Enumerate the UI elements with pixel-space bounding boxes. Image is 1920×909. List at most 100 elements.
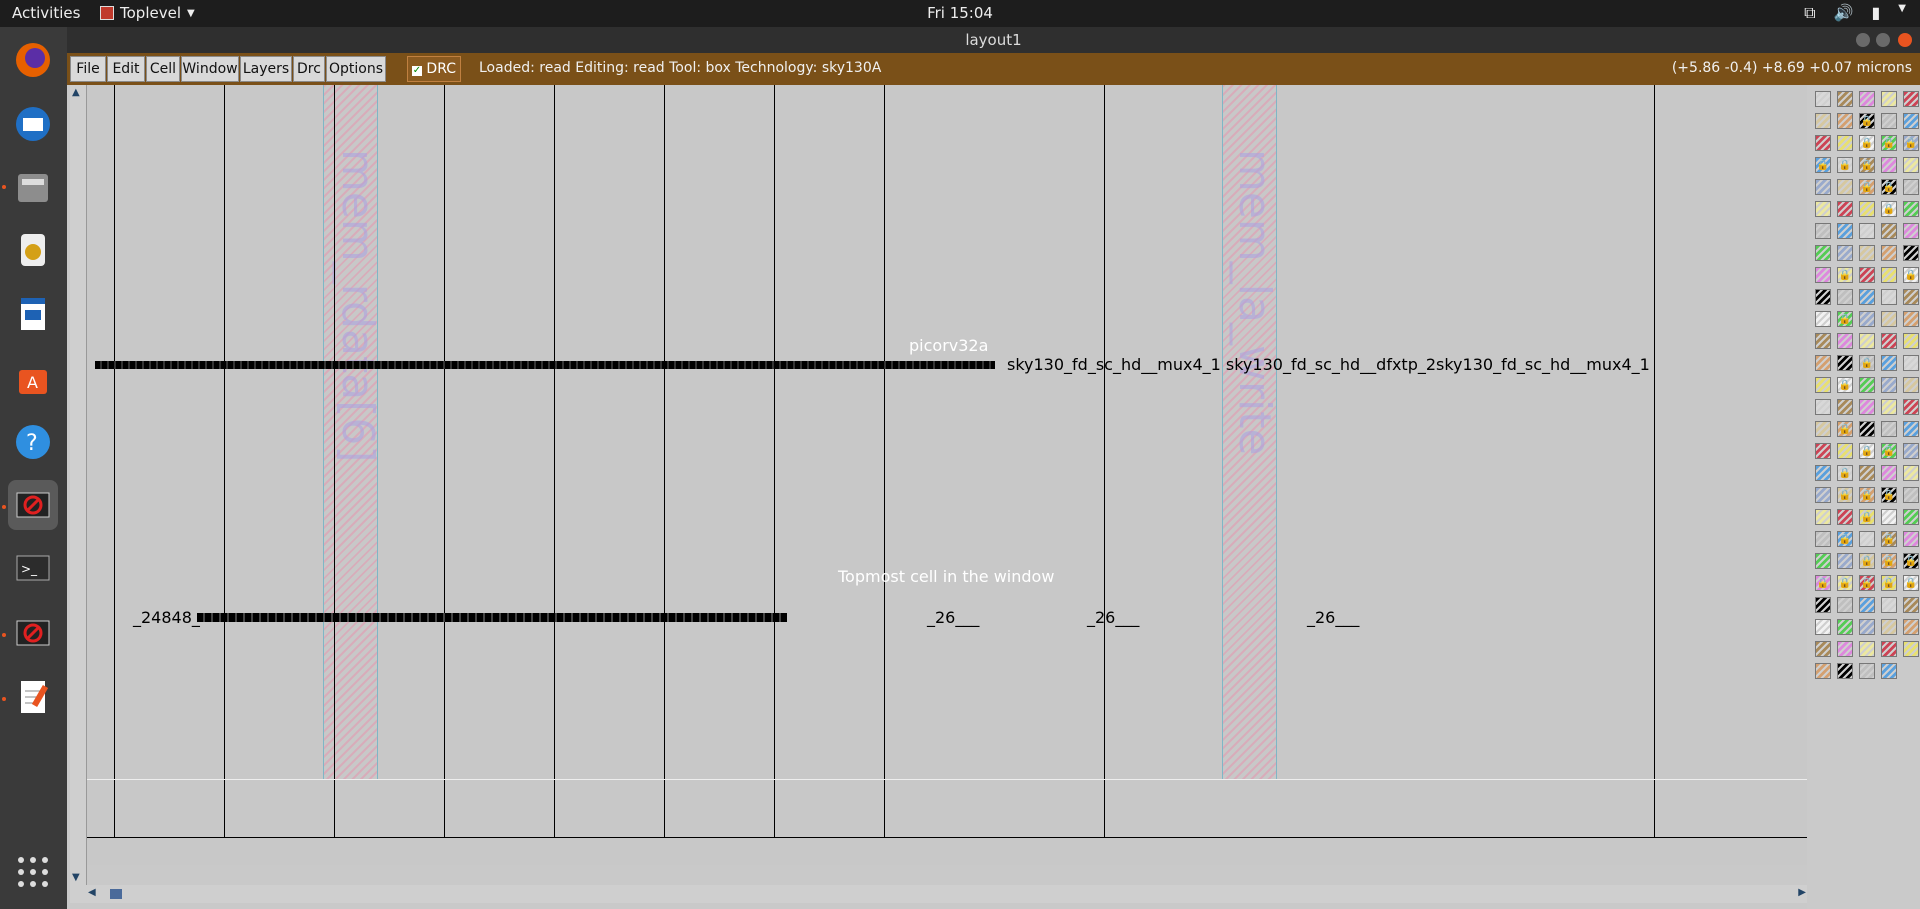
layer-swatch[interactable] xyxy=(1903,113,1919,129)
layer-swatch[interactable] xyxy=(1859,663,1875,679)
layer-swatch[interactable] xyxy=(1815,531,1831,547)
arrow-down-icon[interactable]: ▼ xyxy=(72,872,80,883)
layer-swatch[interactable] xyxy=(1881,91,1897,107)
layer-swatch[interactable] xyxy=(1903,223,1919,239)
layer-swatch[interactable] xyxy=(1881,223,1897,239)
menu-layers[interactable]: Layers xyxy=(240,56,292,82)
layer-swatch[interactable] xyxy=(1881,663,1897,679)
layer-swatch[interactable] xyxy=(1903,201,1919,217)
layer-swatch[interactable] xyxy=(1815,201,1831,217)
menu-edit[interactable]: Edit xyxy=(107,56,145,82)
layer-swatch[interactable] xyxy=(1903,597,1919,613)
layer-swatch[interactable]: 🔒 xyxy=(1837,311,1853,327)
layer-swatch[interactable]: 🔒 xyxy=(1859,135,1875,151)
layer-swatch[interactable] xyxy=(1903,443,1919,459)
layer-swatch[interactable] xyxy=(1837,245,1853,261)
layer-swatch[interactable] xyxy=(1881,421,1897,437)
layer-swatch[interactable] xyxy=(1859,597,1875,613)
help-icon[interactable]: ? xyxy=(8,417,58,467)
magic-app-icon[interactable] xyxy=(8,480,58,530)
layer-swatch[interactable] xyxy=(1859,465,1875,481)
layer-swatch[interactable] xyxy=(1903,91,1919,107)
writer-icon[interactable] xyxy=(8,289,58,339)
system-tray[interactable]: ⧉ 🔊 ▮ ▼ xyxy=(1804,3,1906,23)
layer-swatch[interactable] xyxy=(1881,377,1897,393)
layer-swatch[interactable] xyxy=(1837,289,1853,305)
layer-swatch[interactable]: 🔒 xyxy=(1881,575,1897,591)
layer-swatch[interactable]: 🔒 xyxy=(1837,421,1853,437)
layer-swatch[interactable] xyxy=(1903,311,1919,327)
layer-swatch[interactable] xyxy=(1837,91,1853,107)
layer-swatch[interactable] xyxy=(1903,487,1919,503)
layer-swatch[interactable]: 🔒 xyxy=(1881,135,1897,151)
layer-swatch[interactable] xyxy=(1859,531,1875,547)
layer-swatch[interactable]: 🔒 xyxy=(1903,553,1919,569)
layer-swatch[interactable] xyxy=(1815,91,1831,107)
layer-swatch[interactable] xyxy=(1837,113,1853,129)
layout-canvas[interactable]: mem_rdata[6] mem_la_write picorv32a sky1… xyxy=(87,85,1809,865)
horizontal-scrollbar[interactable]: ◀ ▶ xyxy=(70,885,1812,903)
layer-swatch[interactable] xyxy=(1837,663,1853,679)
layer-swatch[interactable] xyxy=(1837,399,1853,415)
layer-swatch[interactable] xyxy=(1815,223,1831,239)
menu-file[interactable]: File xyxy=(70,56,106,82)
layer-swatch[interactable] xyxy=(1815,179,1831,195)
menu-options[interactable]: Options xyxy=(326,56,386,82)
layer-swatch[interactable] xyxy=(1837,201,1853,217)
layer-swatch[interactable]: 🔒 xyxy=(1859,553,1875,569)
layer-swatch[interactable] xyxy=(1881,465,1897,481)
minimize-button[interactable] xyxy=(1856,33,1870,47)
layer-swatch[interactable] xyxy=(1837,179,1853,195)
layer-swatch[interactable]: 🔒 xyxy=(1859,509,1875,525)
text-editor-icon[interactable] xyxy=(8,672,58,722)
layer-swatch[interactable]: 🔒 xyxy=(1859,575,1875,591)
layer-swatch[interactable] xyxy=(1903,157,1919,173)
layer-swatch[interactable] xyxy=(1815,333,1831,349)
layer-swatch[interactable] xyxy=(1837,223,1853,239)
drc-toggle[interactable]: ✓ DRC xyxy=(407,56,461,82)
layer-swatch[interactable] xyxy=(1815,421,1831,437)
menu-cell[interactable]: Cell xyxy=(146,56,180,82)
layer-swatch[interactable] xyxy=(1881,267,1897,283)
layer-swatch[interactable] xyxy=(1815,267,1831,283)
firefox-icon[interactable] xyxy=(8,35,58,85)
layer-swatch[interactable]: 🔒 xyxy=(1859,355,1875,371)
layer-swatch[interactable] xyxy=(1837,355,1853,371)
layer-swatch[interactable] xyxy=(1881,333,1897,349)
layer-swatch[interactable]: 🔒 xyxy=(1815,157,1831,173)
show-apps-icon[interactable] xyxy=(8,847,58,897)
layer-swatch[interactable]: 🔒 xyxy=(1859,443,1875,459)
layer-swatch[interactable] xyxy=(1859,311,1875,327)
layer-swatch[interactable]: 🔒 xyxy=(1815,575,1831,591)
arrow-left-icon[interactable]: ◀ xyxy=(88,887,96,898)
layer-swatch[interactable] xyxy=(1859,91,1875,107)
files-icon[interactable] xyxy=(8,162,58,212)
layer-swatch[interactable] xyxy=(1815,597,1831,613)
menu-window[interactable]: Window xyxy=(181,56,239,82)
layer-swatch[interactable] xyxy=(1903,289,1919,305)
layer-swatch[interactable] xyxy=(1815,465,1831,481)
layer-swatch[interactable] xyxy=(1903,399,1919,415)
layer-swatch[interactable] xyxy=(1859,399,1875,415)
layer-swatch[interactable] xyxy=(1815,355,1831,371)
layer-swatch[interactable] xyxy=(1859,289,1875,305)
layer-swatch[interactable] xyxy=(1815,245,1831,261)
layer-swatch[interactable] xyxy=(1859,223,1875,239)
layer-swatch[interactable] xyxy=(1859,619,1875,635)
layer-swatch[interactable]: 🔒 xyxy=(1859,179,1875,195)
layer-swatch[interactable] xyxy=(1837,333,1853,349)
scroll-thumb[interactable] xyxy=(110,889,122,899)
layer-swatch[interactable] xyxy=(1815,113,1831,129)
close-button[interactable] xyxy=(1898,33,1912,47)
layer-swatch[interactable] xyxy=(1815,135,1831,151)
layer-swatch[interactable] xyxy=(1903,245,1919,261)
layer-swatch[interactable] xyxy=(1881,245,1897,261)
terminal-icon[interactable]: >_ xyxy=(8,543,58,593)
magic-app-icon[interactable] xyxy=(8,608,58,658)
layer-swatch[interactable] xyxy=(1881,399,1897,415)
layer-swatch[interactable]: 🔒 xyxy=(1837,267,1853,283)
layer-swatch[interactable]: 🔒 xyxy=(1903,575,1919,591)
layer-swatch[interactable]: 🔒 xyxy=(1903,135,1919,151)
menu-drc[interactable]: Drc xyxy=(293,56,325,82)
layer-swatch[interactable] xyxy=(1837,553,1853,569)
